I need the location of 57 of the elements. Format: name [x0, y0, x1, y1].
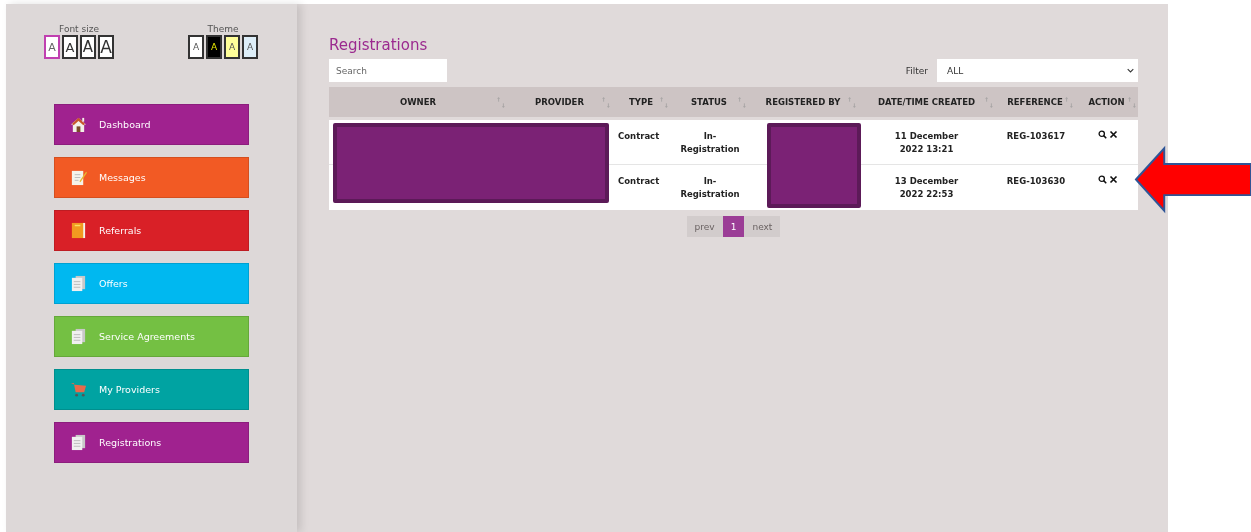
notepad-icon [70, 169, 87, 186]
theme-label: Theme [207, 24, 239, 34]
close-icon[interactable] [1108, 174, 1118, 184]
filter-label: Filter [905, 65, 928, 76]
table-cell: Contract [612, 164, 670, 210]
sort-arrows-icon [1128, 96, 1136, 109]
documents-icon [70, 328, 87, 345]
column-header[interactable]: STATUS [670, 87, 748, 118]
column-header[interactable]: DATE/TIME CREATED [858, 87, 995, 118]
nav-item[interactable]: Referrals [54, 210, 249, 251]
table-cell: 13 December 2022 22:53 [858, 164, 995, 210]
chevron-down-icon [1127, 68, 1134, 73]
theme-option[interactable]: A [224, 35, 240, 59]
table-cell: In-Registration [670, 164, 748, 210]
column-header[interactable]: PROVIDER [507, 87, 612, 118]
table-cell: REG-103617 [995, 118, 1075, 164]
theme-option[interactable]: A [206, 35, 222, 59]
sort-arrows-icon [602, 96, 610, 109]
font-size-option[interactable]: A [80, 35, 96, 59]
nav-item[interactable]: Registrations [54, 422, 249, 463]
book-icon [70, 222, 87, 239]
sort-arrows-icon [738, 96, 746, 109]
prev-button[interactable]: prev [686, 216, 723, 237]
font-size-label: Font size [59, 24, 99, 34]
table-cell: Contract [612, 118, 670, 164]
theme-option[interactable]: A [188, 35, 204, 59]
table-cell: REG-103630 [995, 164, 1075, 210]
sort-arrows-icon [497, 96, 505, 109]
search-field[interactable]: Search [329, 59, 447, 82]
column-header[interactable]: ACTION [1075, 87, 1138, 118]
nav-item[interactable]: Dashboard [54, 104, 249, 145]
sort-arrows-icon [848, 96, 856, 109]
next-button[interactable]: next [744, 216, 781, 237]
theme-option[interactable]: A [242, 35, 258, 59]
table-cell: In-Registration [670, 118, 748, 164]
sort-arrows-icon [985, 96, 993, 109]
sort-arrows-icon [1065, 96, 1073, 109]
font-size-option[interactable]: A [62, 35, 78, 59]
page-title: Registrations [329, 36, 429, 54]
page-button[interactable]: 1 [722, 216, 745, 237]
search-icon[interactable] [1097, 129, 1107, 139]
filter-dropdown[interactable]: ALL [937, 59, 1138, 82]
documents-icon [70, 275, 87, 292]
sort-arrows-icon [660, 96, 668, 109]
documents-icon [70, 434, 87, 451]
column-header[interactable]: OWNER [329, 87, 507, 118]
column-header[interactable]: REFERENCE [995, 87, 1075, 118]
arrow-icon [1134, 145, 1251, 214]
font-size-option[interactable]: A [98, 35, 114, 59]
column-header[interactable]: TYPE [612, 87, 670, 118]
search-icon[interactable] [1097, 174, 1107, 184]
table-cell: 11 December 2022 13:21 [858, 118, 995, 164]
font-size-option[interactable]: A [44, 35, 60, 59]
column-header[interactable]: REGISTERED BY [748, 87, 858, 118]
cart-icon [70, 381, 87, 398]
close-icon[interactable] [1108, 129, 1118, 139]
house-icon [70, 116, 87, 133]
